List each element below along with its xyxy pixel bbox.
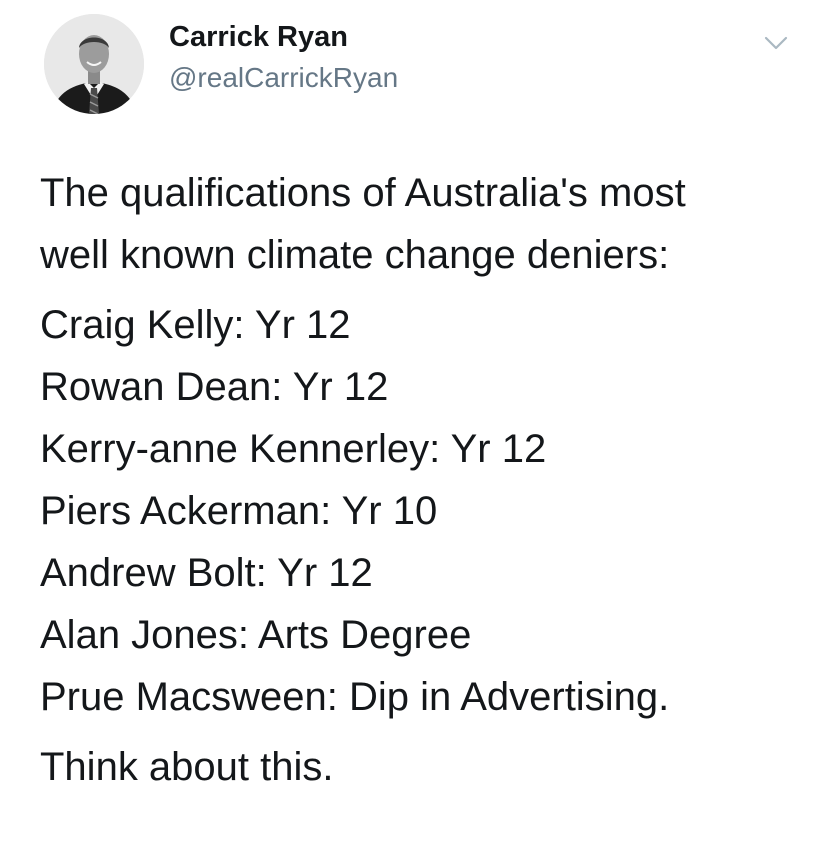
profile-photo-icon [44, 14, 144, 114]
more-options-button[interactable] [756, 26, 796, 60]
tweet-line: The qualifications of Australia's most [40, 171, 686, 215]
tweet-line: well known climate change deniers: [40, 233, 670, 277]
author-name[interactable]: Carrick Ryan [169, 21, 348, 54]
qualifications-list: Craig Kelly: Yr 12 Rowan Dean: Yr 12 Ker… [40, 294, 810, 728]
tweet-card: Carrick Ryan @realCarrickRyan The qualif… [0, 0, 828, 862]
list-item: Piers Ackerman: Yr 10 [40, 489, 438, 533]
list-item: Prue Macsween: Dip in Advertising. [40, 675, 670, 719]
list-item: Craig Kelly: Yr 12 [40, 303, 351, 347]
tweet-line: Think about this. [40, 745, 334, 789]
tweet-intro: The qualifications of Australia's most w… [40, 162, 810, 286]
list-item: Kerry-anne Kennerley: Yr 12 [40, 427, 547, 471]
author-handle[interactable]: @realCarrickRyan [169, 62, 398, 94]
tweet-text: The qualifications of Australia's most w… [40, 162, 810, 798]
tweet-closing: Think about this. [40, 736, 810, 798]
chevron-down-icon [764, 36, 788, 50]
list-item: Alan Jones: Arts Degree [40, 613, 472, 657]
author-avatar[interactable] [44, 14, 144, 114]
list-item: Rowan Dean: Yr 12 [40, 365, 389, 409]
list-item: Andrew Bolt: Yr 12 [40, 551, 373, 595]
